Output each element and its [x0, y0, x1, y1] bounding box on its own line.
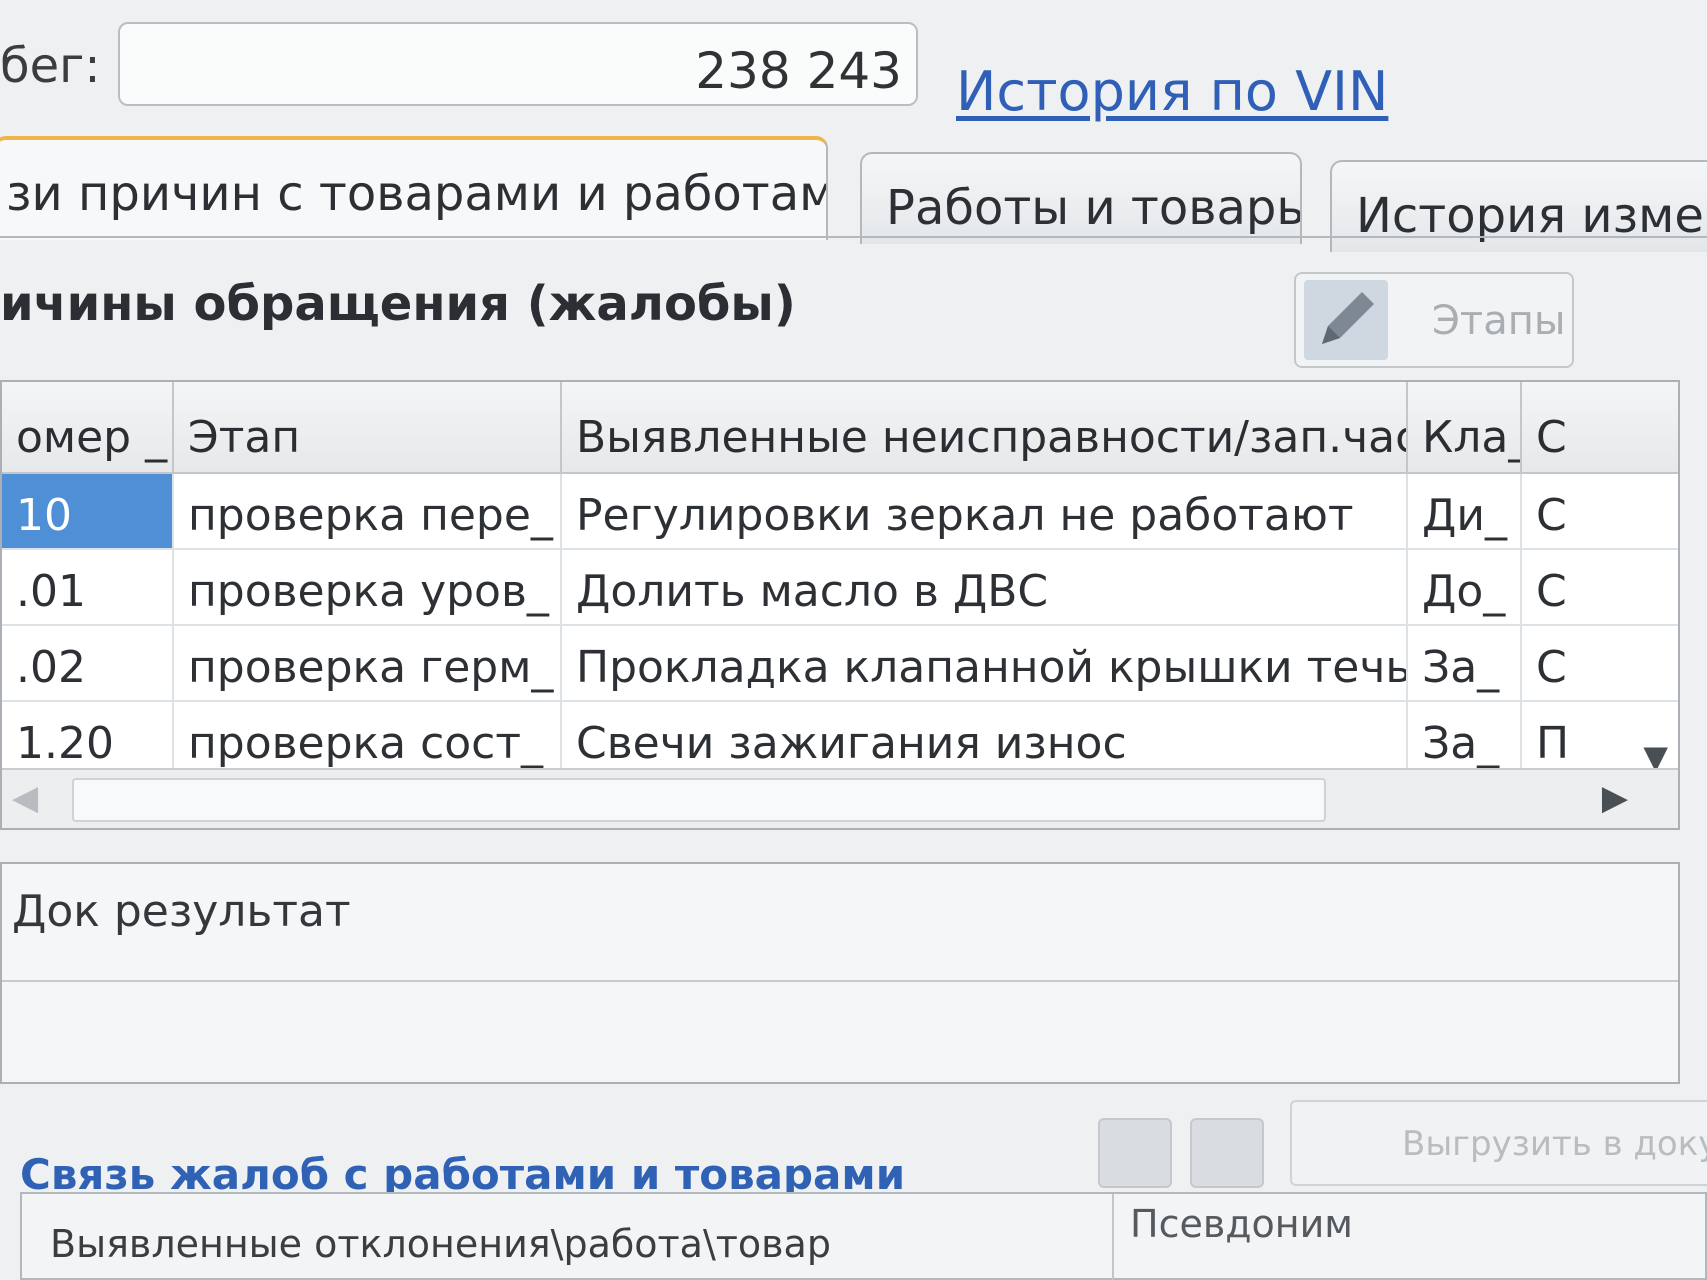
table-cell-fault[interactable]: Свечи зажигания износ [562, 702, 1408, 778]
mileage-field[interactable]: 238 243 [118, 22, 918, 106]
table-cell-fault[interactable]: Регулировки зеркал не работают [562, 474, 1408, 550]
column-header-class[interactable]: Кла_ [1408, 382, 1522, 474]
doc-result-divider [2, 980, 1678, 982]
table-cell-number[interactable]: .02 [2, 626, 174, 702]
stages-button-label: Этапы [1432, 298, 1566, 344]
mileage-label: бег: [0, 38, 101, 94]
stages-button[interactable]: Этапы [1294, 272, 1574, 368]
export-to-document-button[interactable]: Выгрузить в докум [1290, 1100, 1707, 1186]
table-cell-number[interactable]: 10 [2, 474, 174, 550]
table-cell-stage[interactable]: проверка герм_ [174, 626, 562, 702]
vin-history-link[interactable]: История по VIN [956, 60, 1388, 123]
complaint-links-table[interactable]: Выявленные отклонения\работа\товар Псевд… [20, 1192, 1707, 1280]
table-cell-number[interactable]: 1.20 [2, 702, 174, 778]
table-cell-class[interactable]: До_ [1408, 550, 1522, 626]
table-cell-stage[interactable]: проверка пере_ [174, 474, 562, 550]
column-header-stage[interactable]: Этап [174, 382, 562, 474]
tab-works-and-goods[interactable]: Работы и товары [860, 152, 1302, 244]
table-cell-fault[interactable]: Прокладка клапанной крышки течь [562, 626, 1408, 702]
table-cell-stage[interactable]: проверка сост_ [174, 702, 562, 778]
table-cell-s[interactable]: С [1522, 626, 1678, 702]
tab-change-history[interactable]: История изменени [1330, 160, 1707, 252]
table-cell-class[interactable]: Ди_ [1408, 474, 1522, 550]
tab-complaint-links[interactable]: зи причин с товарами и работами [0, 136, 828, 240]
link-icon[interactable] [1098, 1118, 1172, 1188]
scroll-right-icon[interactable]: ▶ [1602, 778, 1628, 818]
column-header-alias[interactable]: Псевдоним [1130, 1202, 1353, 1246]
doc-result-panel[interactable]: Док результат [0, 862, 1680, 1084]
column-header-deviations[interactable]: Выявленные отклонения\работа\товар [50, 1222, 831, 1266]
doc-result-label: Док результат [12, 886, 351, 937]
scrollbar-thumb[interactable] [72, 778, 1326, 822]
column-separator [1112, 1194, 1114, 1280]
section-title: ичины обращения (жалобы) [0, 276, 796, 332]
table-cell-s[interactable]: С [1522, 550, 1678, 626]
table-cell-class[interactable]: За_ [1408, 626, 1522, 702]
table-cell-stage[interactable]: проверка уров_ [174, 550, 562, 626]
complaints-table[interactable]: омер _ Этап Выявленные неисправности/зап… [0, 380, 1680, 830]
table-cell-fault[interactable]: Долить масло в ДВС [562, 550, 1408, 626]
tab-divider [0, 236, 1707, 238]
copy-icon[interactable] [1190, 1118, 1264, 1188]
column-header-number[interactable]: омер _ [2, 382, 174, 474]
column-header-faults[interactable]: Выявленные неисправности/зап.часть о_ [562, 382, 1408, 474]
horizontal-scrollbar[interactable]: ◀ ▶ [2, 768, 1678, 828]
table-cell-number[interactable]: .01 [2, 550, 174, 626]
pencil-icon [1304, 280, 1388, 360]
table-cell-class[interactable]: За_ [1408, 702, 1522, 778]
table-cell-s[interactable]: С [1522, 474, 1678, 550]
column-header-s[interactable]: С [1522, 382, 1678, 474]
scroll-left-icon[interactable]: ◀ [12, 778, 38, 818]
